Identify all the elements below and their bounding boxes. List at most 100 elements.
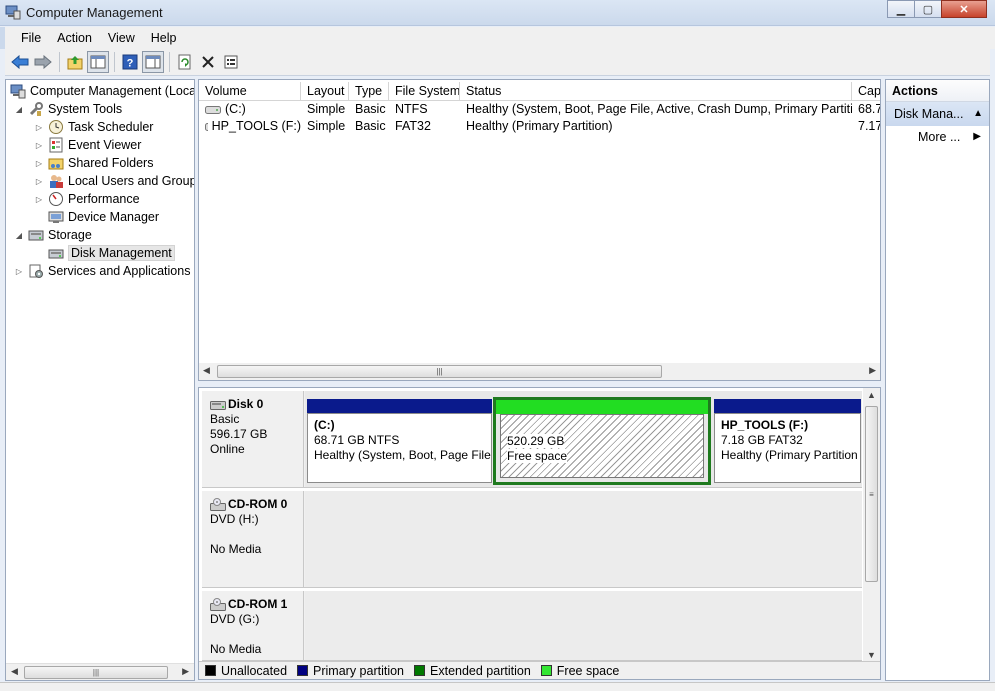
- actions-section-disk-management[interactable]: Disk Mana... ▲: [886, 102, 989, 126]
- legend-swatch: [414, 665, 426, 676]
- tree-item-task-scheduler[interactable]: ▷ Task Scheduler: [34, 118, 153, 136]
- volume-list-header: Volume Layout Type File System Status Ca…: [199, 82, 880, 101]
- back-button[interactable]: [9, 51, 31, 73]
- partition-free-space[interactable]: 520.29 GB Free space: [493, 397, 711, 485]
- action-pane-icon: [145, 55, 161, 69]
- scroll-right-icon[interactable]: ▶: [869, 365, 876, 376]
- forward-button[interactable]: [32, 51, 54, 73]
- tree-horizontal-scrollbar[interactable]: ◀ ||| ▶: [6, 663, 194, 680]
- legend: Unallocated Primary partition Extended p…: [199, 661, 880, 679]
- table-row[interactable]: HP_TOOLS (F:) Simple Basic FAT32 Healthy…: [199, 118, 880, 135]
- column-header-volume[interactable]: Volume: [199, 82, 301, 101]
- scroll-left-icon[interactable]: ◀: [203, 365, 210, 376]
- properties-button[interactable]: [220, 51, 242, 73]
- cd-drive-icon: [210, 497, 226, 511]
- legend-item-free-space: Free space: [540, 664, 619, 678]
- close-button[interactable]: ✕: [941, 0, 987, 18]
- expand-icon[interactable]: ▷: [34, 177, 44, 186]
- expand-icon[interactable]: ▷: [34, 159, 44, 168]
- collapse-up-icon[interactable]: ▲: [973, 102, 983, 126]
- disk-view-vertical-scrollbar[interactable]: ▲ ≡ ▼: [863, 388, 880, 662]
- help-icon: ?: [122, 54, 138, 70]
- actions-more-button[interactable]: More ... ▶: [886, 126, 989, 148]
- svg-text:?: ?: [127, 58, 134, 70]
- tree-item-storage[interactable]: ◢ Storage: [14, 226, 92, 244]
- menu-file[interactable]: File: [13, 31, 49, 45]
- up-one-level-button[interactable]: [64, 51, 86, 73]
- expand-icon[interactable]: ▷: [14, 267, 24, 276]
- collapse-icon[interactable]: ◢: [14, 105, 24, 114]
- scroll-up-icon[interactable]: ▲: [867, 390, 876, 400]
- column-header-status[interactable]: Status: [460, 82, 852, 101]
- cdrom-1-row: CD-ROM 1 DVD (G:) No Media: [202, 591, 862, 661]
- expand-icon[interactable]: ▷: [34, 141, 44, 150]
- actions-header: Actions: [886, 80, 989, 102]
- legend-item-extended-partition: Extended partition: [414, 664, 531, 678]
- scroll-left-icon[interactable]: ◀: [11, 666, 18, 677]
- cdrom-0-row: CD-ROM 0 DVD (H:) No Media: [202, 491, 862, 588]
- collapse-icon[interactable]: ◢: [14, 231, 24, 240]
- tree-item-shared-folders[interactable]: ▷ Shared Folders: [34, 154, 154, 172]
- menu-action[interactable]: Action: [49, 31, 100, 45]
- tree-item-system-tools[interactable]: ◢ System Tools: [14, 100, 122, 118]
- column-header-layout[interactable]: Layout: [301, 82, 349, 101]
- tree-item-services-and-applications[interactable]: ▷ Services and Applications: [14, 262, 190, 280]
- console-tree: Computer Management (Local ◢ System Tool…: [5, 79, 195, 681]
- cdrom-0-label[interactable]: CD-ROM 0 DVD (H:) No Media: [202, 491, 304, 587]
- toolbar: ?: [5, 49, 990, 76]
- volume-list: Volume Layout Type File System Status Ca…: [198, 79, 881, 381]
- column-header-file-system[interactable]: File System: [389, 82, 460, 101]
- maximize-button[interactable]: ▢: [914, 0, 942, 18]
- partition-c[interactable]: (C:) 68.71 GB NTFS Healthy (System, Boot…: [307, 399, 492, 483]
- window-title: Computer Management: [26, 5, 163, 20]
- submenu-arrow-icon: ▶: [973, 131, 981, 142]
- delete-button[interactable]: [197, 51, 219, 73]
- tree-item-performance[interactable]: ▷ Performance: [34, 190, 140, 208]
- users-icon: [48, 173, 64, 189]
- tree-item-disk-management[interactable]: Disk Management: [48, 244, 175, 262]
- status-bar: [0, 682, 995, 691]
- event-viewer-icon: [48, 137, 64, 153]
- column-header-type[interactable]: Type: [349, 82, 389, 101]
- computer-management-icon: [10, 83, 26, 99]
- tree-item-device-manager[interactable]: Device Manager: [48, 208, 159, 226]
- scroll-thumb[interactable]: |||: [24, 666, 168, 679]
- expand-icon[interactable]: ▷: [34, 123, 44, 132]
- minimize-button[interactable]: ▁: [887, 0, 915, 18]
- partition-hp-tools[interactable]: HP_TOOLS (F:) 7.18 GB FAT32 Healthy (Pri…: [714, 399, 861, 483]
- menu-view[interactable]: View: [100, 31, 143, 45]
- scroll-down-icon[interactable]: ▼: [867, 650, 876, 660]
- scroll-thumb[interactable]: |||: [217, 365, 662, 378]
- disk-graphical-view: Disk 0 Basic 596.17 GB Online (C:) 68.71…: [198, 387, 881, 680]
- arrow-left-icon: [11, 55, 29, 69]
- disk-management-icon: [48, 245, 64, 261]
- legend-swatch: [297, 665, 309, 676]
- disk-0-row: Disk 0 Basic 596.17 GB Online (C:) 68.71…: [202, 391, 862, 488]
- cdrom-1-label[interactable]: CD-ROM 1 DVD (G:) No Media: [202, 591, 304, 660]
- column-header-capacity[interactable]: Cap: [852, 82, 880, 101]
- drive-icon: [205, 105, 221, 114]
- storage-icon: [28, 227, 44, 243]
- show-hide-action-pane-button[interactable]: [142, 51, 164, 73]
- tree-item-local-users-and-groups[interactable]: ▷ Local Users and Groups: [34, 172, 194, 190]
- table-row[interactable]: (C:) Simple Basic NTFS Healthy (System, …: [199, 101, 880, 118]
- tools-icon: [28, 101, 44, 117]
- shared-folder-icon: [48, 155, 64, 171]
- cd-drive-icon: [210, 597, 226, 611]
- refresh-icon: [178, 54, 191, 70]
- services-icon: [28, 263, 44, 279]
- title-bar: Computer Management ▁ ▢ ✕: [0, 0, 995, 26]
- show-hide-console-tree-button[interactable]: [87, 51, 109, 73]
- legend-item-unallocated: Unallocated: [205, 664, 287, 678]
- refresh-button[interactable]: [174, 51, 196, 73]
- scroll-thumb[interactable]: ≡: [865, 406, 878, 582]
- arrow-right-icon: [34, 55, 52, 69]
- expand-icon[interactable]: ▷: [34, 195, 44, 204]
- tree-item-computer-management[interactable]: Computer Management (Local: [10, 82, 194, 100]
- help-button[interactable]: ?: [119, 51, 141, 73]
- volume-list-horizontal-scrollbar[interactable]: ◀ ||| ▶: [199, 363, 880, 380]
- tree-item-event-viewer[interactable]: ▷ Event Viewer: [34, 136, 141, 154]
- menu-help[interactable]: Help: [143, 31, 185, 45]
- scroll-right-icon[interactable]: ▶: [182, 666, 189, 677]
- disk-0-label[interactable]: Disk 0 Basic 596.17 GB Online: [202, 391, 304, 487]
